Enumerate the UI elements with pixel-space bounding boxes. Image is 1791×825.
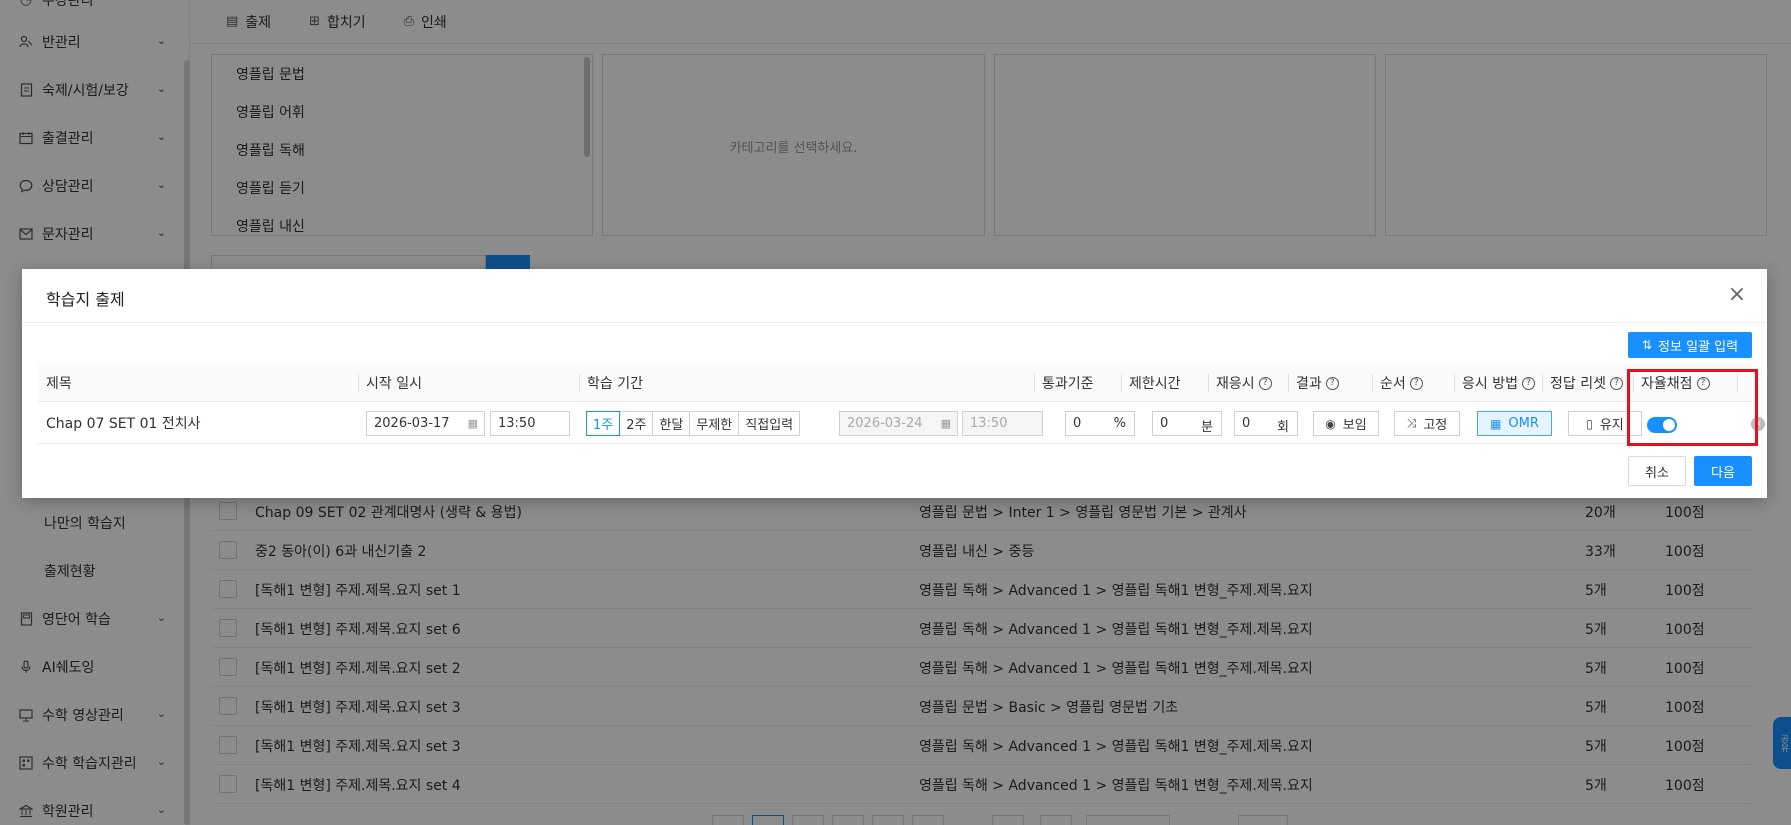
col-answer-reset: 정답 리셋? xyxy=(1550,364,1623,402)
column-divider xyxy=(1208,374,1209,392)
period-option-2weeks[interactable]: 2주 xyxy=(619,411,654,436)
shuffle-off-icon: ⤨ xyxy=(1406,416,1417,430)
modal-title: 학습지 출제 xyxy=(46,290,125,309)
mobile-icon: ▯ xyxy=(1586,416,1593,431)
column-divider xyxy=(1372,374,1373,392)
col-pass: 통과기준 xyxy=(1042,376,1094,392)
column-divider xyxy=(1542,374,1543,392)
col-start: 시작 일시 xyxy=(366,376,422,392)
cancel-button[interactable]: 취소 xyxy=(1628,456,1686,486)
auto-grade-highlight-box xyxy=(1627,369,1758,446)
period-segmented-control: 1주 2주 한달 무제한 직접입력 xyxy=(586,411,801,436)
result-visibility-button[interactable]: ◉ 보임 xyxy=(1313,411,1379,436)
period-option-unlimited[interactable]: 무제한 xyxy=(689,411,740,436)
period-option-month[interactable]: 한달 xyxy=(652,411,691,436)
modal-table-row: Chap 07 SET 01 전치사 2026-03-17 ▦ 13:50 1주… xyxy=(38,402,1752,444)
close-icon[interactable]: × xyxy=(1723,281,1751,309)
sort-edit-icon: ⇅ xyxy=(1641,338,1653,352)
col-result: 결과? xyxy=(1296,364,1339,402)
calendar-icon: ▦ xyxy=(940,417,951,430)
next-button[interactable]: 다음 xyxy=(1694,456,1752,486)
col-retake: 재응시? xyxy=(1216,364,1272,402)
eye-icon: ◉ xyxy=(1325,416,1336,431)
col-method: 응시 방법? xyxy=(1462,364,1535,402)
help-icon[interactable]: ? xyxy=(1609,376,1623,390)
modal-header: 학습지 출제 × xyxy=(22,269,1767,323)
assign-worksheet-modal: 학습지 출제 × ⇅ 정보 일괄 입력 제목 시작 일시 학습 기간 통과기준 … xyxy=(22,269,1767,498)
help-icon[interactable]: ? xyxy=(1325,376,1339,390)
pass-criteria-input[interactable]: 0 % xyxy=(1065,411,1135,436)
period-option-custom[interactable]: 직접입력 xyxy=(738,411,801,436)
test-method-button[interactable]: ▦ OMR xyxy=(1477,411,1552,436)
period-option-1week[interactable]: 1주 xyxy=(586,411,621,436)
help-icon[interactable]: ? xyxy=(1409,376,1423,390)
help-icon[interactable]: ? xyxy=(1521,376,1535,390)
order-mode-button[interactable]: ⤨ 고정 xyxy=(1394,411,1460,436)
column-divider xyxy=(1121,374,1122,392)
column-divider xyxy=(1034,374,1035,392)
calendar-icon: ▦ xyxy=(467,417,478,430)
column-divider xyxy=(1288,374,1289,392)
column-divider xyxy=(579,374,580,392)
start-time-input[interactable]: 13:50 xyxy=(490,411,570,436)
bulk-input-button[interactable]: ⇅ 정보 일괄 입력 xyxy=(1628,332,1752,358)
col-period: 학습 기간 xyxy=(587,376,643,392)
retake-count-input[interactable]: 0 회 xyxy=(1234,411,1298,436)
modal-table-header: 제목 시작 일시 학습 기간 통과기준 제한시간 재응시? 결과? 순서? 응시… xyxy=(38,364,1752,402)
col-order: 순서? xyxy=(1380,364,1423,402)
col-title: 제목 xyxy=(46,376,72,392)
column-divider xyxy=(1454,374,1455,392)
column-divider xyxy=(358,374,359,392)
col-time-limit: 제한시간 xyxy=(1129,376,1181,392)
end-time-input: 13:50 xyxy=(962,411,1043,436)
grid-icon: ▦ xyxy=(1490,416,1502,431)
start-date-input[interactable]: 2026-03-17 ▦ xyxy=(366,411,485,436)
help-icon[interactable]: ? xyxy=(1258,376,1272,390)
row-title: Chap 07 SET 01 전치사 xyxy=(46,416,201,432)
end-date-input: 2026-03-24 ▦ xyxy=(839,411,958,436)
time-limit-input[interactable]: 0 분 xyxy=(1152,411,1222,436)
